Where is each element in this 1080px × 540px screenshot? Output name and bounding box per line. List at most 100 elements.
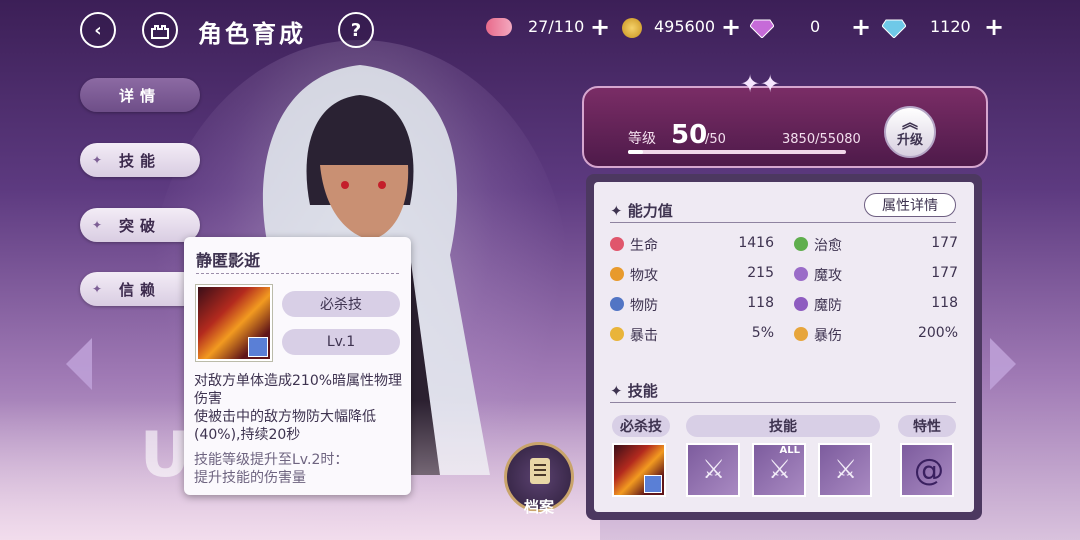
stat-name: 物防 (630, 298, 658, 314)
stat-value: 5% (751, 325, 774, 341)
swirl-icon: @ (914, 453, 944, 488)
attribute-details-button[interactable]: 属性详情 (864, 193, 956, 217)
stats-header-label: 能力值 (627, 202, 673, 220)
sparkle-icon: ✦ (610, 202, 628, 220)
divider (610, 402, 956, 403)
sparkle-icon: ✦ (610, 382, 628, 400)
skill-type-tag: 必杀技 (282, 291, 400, 317)
skills-header-label: 技能 (627, 382, 658, 400)
level-up-button[interactable]: ︽ 升级 (884, 106, 936, 158)
crossed-swords-icon: ⚔ (768, 455, 792, 485)
next-character-arrow[interactable] (990, 338, 1016, 390)
stat-name: 暴击 (630, 328, 658, 344)
stat-row: 暴击 5% (610, 322, 780, 348)
skill-slot-1[interactable]: ⚔ (686, 443, 740, 497)
coin-icon (622, 18, 642, 38)
stat-name: 魔攻 (814, 268, 842, 284)
stat-icon (610, 327, 624, 341)
help-icon: ? (350, 19, 362, 41)
home-button[interactable] (142, 12, 178, 48)
stat-name: 魔防 (814, 298, 842, 314)
add-gem-button[interactable]: + (851, 13, 871, 41)
skill-description: 对敌方单体造成210%暗属性物理伤害 使被击中的敌方物防大幅降低(40%),持续… (194, 372, 404, 444)
stats-header: ✦ 能力值 (610, 200, 673, 221)
level-label: 等级 (628, 131, 656, 147)
level-current: 50 (671, 120, 708, 150)
diamond-icon (882, 19, 906, 38)
add-stamina-button[interactable]: + (590, 13, 610, 41)
sparkle-icon: ✦ (92, 153, 109, 167)
divider (196, 273, 399, 274)
prev-character-arrow[interactable] (66, 338, 92, 390)
add-diamond-button[interactable]: + (984, 13, 1004, 41)
menu-trust-button[interactable]: ✦ 信赖 (80, 272, 200, 306)
skill-description-text: 对敌方单体造成210%暗属性物理伤害 使被击中的敌方物防大幅降低(40%),持续… (194, 373, 403, 443)
stat-row: 暴伤 200% (794, 322, 964, 348)
skill-slot-3[interactable]: ⚔ (818, 443, 872, 497)
stat-icon (794, 297, 808, 311)
stat-value: 177 (931, 235, 958, 251)
back-arrow-icon: ‹ (94, 19, 102, 41)
sparkle-icon: ✦ (92, 218, 109, 232)
gem-icon (750, 19, 774, 38)
stat-row: 魔攻 177 (794, 262, 964, 288)
skill-upgrade-text: 技能等级提升至Lv.2时： 提升技能的伤害量 (194, 452, 349, 486)
menu-label: 技能 (118, 151, 161, 170)
stat-name: 物攻 (630, 268, 658, 284)
double-chevron-up-icon: ︽ (901, 112, 918, 132)
trait-header: 特性 (898, 415, 956, 437)
sword-icon: ⚔ (834, 455, 858, 485)
menu-label: 信赖 (118, 280, 161, 299)
menu-details-button[interactable]: 详情 (80, 78, 200, 112)
stat-icon (794, 267, 808, 281)
menu-breakthrough-button[interactable]: ✦ 突破 (80, 208, 200, 242)
skill-tooltip: 静匿影逝 必杀技 Lv.1 对敌方单体造成210%暗属性物理伤害 使被击中的敌方… (184, 237, 411, 495)
stat-value: 118 (747, 295, 774, 311)
stat-row: 物攻 215 (610, 262, 780, 288)
sparkle-icon: ✦✦ (740, 70, 781, 98)
back-button[interactable]: ‹ (80, 12, 116, 48)
stat-icon (794, 237, 808, 251)
stat-icon (610, 267, 624, 281)
help-button[interactable]: ? (338, 12, 374, 48)
divider (610, 222, 956, 223)
archive-label: 档案 (523, 498, 554, 516)
stat-value: 118 (931, 295, 958, 311)
normal-skill-header: 技能 (686, 415, 880, 437)
coin-value: 495600 (654, 17, 716, 36)
stat-value: 215 (747, 265, 774, 281)
gem-value: 0 (810, 17, 821, 36)
skill-slot-2[interactable]: ALL ⚔ (752, 443, 806, 497)
stat-row: 物防 118 (610, 292, 780, 318)
document-icon (530, 458, 550, 484)
skill-upgrade-info: 技能等级提升至Lv.2时： 提升技能的伤害量 (194, 451, 404, 487)
skill-icon (196, 285, 272, 361)
stat-value: 200% (917, 325, 958, 341)
skill-name: 静匿影逝 (196, 251, 261, 270)
level-max: /50 (705, 132, 726, 147)
candy-icon (486, 18, 512, 36)
stat-row: 魔防 118 (794, 292, 964, 318)
page-title: 角色育成 (198, 20, 306, 48)
skills-header: ✦ 技能 (610, 380, 658, 401)
experience-bar (628, 150, 846, 154)
stat-name: 生命 (630, 238, 658, 254)
shield-badge-icon (248, 337, 268, 357)
stat-value: 1416 (738, 235, 774, 251)
level-up-label: 升级 (896, 132, 923, 148)
skill-level-tag: Lv.1 (282, 329, 400, 355)
trait-slot[interactable]: @ (900, 443, 954, 497)
menu-label: 详情 (118, 86, 161, 105)
stat-value: 177 (931, 265, 958, 281)
sparkle-icon: ✦ (92, 282, 109, 296)
experience-value: 3850/55080 (782, 132, 861, 147)
stat-icon (610, 297, 624, 311)
stat-row: 生命 1416 (610, 232, 780, 258)
castle-icon (151, 25, 169, 39)
stat-icon (610, 237, 624, 251)
add-coin-button[interactable]: + (721, 13, 741, 41)
stat-name: 暴伤 (814, 328, 842, 344)
menu-skills-button[interactable]: ✦ 技能 (80, 143, 200, 177)
experience-bar-fill (628, 150, 644, 154)
ultimate-skill-slot[interactable] (612, 443, 666, 497)
